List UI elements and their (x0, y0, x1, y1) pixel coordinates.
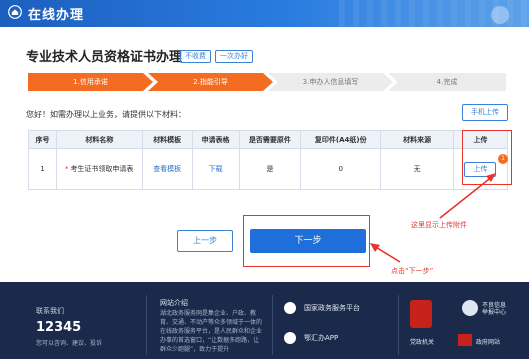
upload-count-badge: 1 (498, 154, 508, 164)
col-form: 申请表格 (191, 130, 240, 149)
materials-table: 序号 材料名称 材料模板 申请表格 是否需要原件 复印件(A4纸)份 材料来源 … (28, 130, 509, 190)
app-icon (284, 332, 296, 344)
page-title: 专业技术人员资格证书办理 (26, 50, 183, 65)
gov-website-label: 政府网站 (476, 339, 501, 346)
tag-one-visit: 一次办好 (215, 50, 253, 63)
footer-phone[interactable]: 12345 (36, 320, 81, 335)
instruction-text: 您好！如需办理以上业务，请提供以下材料： (26, 110, 186, 119)
footer-intro-title: 网站介绍 (160, 299, 188, 307)
tag-free: 不收费 (180, 50, 211, 63)
cell-material-name: * 考生证书领取申请表 (55, 148, 143, 190)
party-gov-label: 党政机关 (410, 339, 435, 346)
footer-divider (272, 295, 273, 355)
footer-contact-desc: 您可以咨询、建议、投诉 (36, 340, 103, 347)
col-copies: 复印件(A4纸)份 (300, 130, 382, 149)
col-material-name: 材料名称 (55, 130, 143, 149)
step-guide: 2.指能引导 (148, 73, 273, 91)
upload-hint-annotation: 这里显示上传附件 (411, 221, 467, 229)
col-template: 材料模板 (141, 130, 193, 149)
report-center-icon[interactable] (462, 300, 478, 316)
cell-template: 查看模板 (141, 148, 193, 190)
next-step-button[interactable]: 下一步 (250, 229, 366, 253)
table-header-row: 序号 材料名称 材料模板 申请表格 是否需要原件 复印件(A4纸)份 材料来源 … (28, 130, 509, 149)
col-index: 序号 (28, 130, 57, 149)
footer-divider (146, 295, 147, 355)
cell-source: 无 (380, 148, 454, 190)
required-mark: * (64, 164, 69, 173)
step-applicant-info: 3.申办人信息填写 (268, 73, 393, 91)
cell-copies: 0 (300, 148, 382, 190)
banner-decoration-dot (491, 6, 509, 24)
footer-link-label: 国家政务服务平台 (304, 304, 360, 312)
footer-contact-label: 联系我们 (36, 307, 64, 315)
mobile-upload-button[interactable]: 手机上传 (462, 104, 508, 121)
view-template-link[interactable]: 查看模板 (153, 165, 181, 173)
footer-link-label: 鄂汇办APP (304, 334, 339, 342)
download-form-link[interactable]: 下载 (209, 165, 223, 173)
step-complete: 4.完成 (388, 73, 506, 91)
prev-step-button[interactable]: 上一步 (177, 230, 233, 252)
top-bar: 在线办理 (0, 0, 529, 27)
cell-original-needed: 是 (238, 148, 302, 190)
step-credit-promise: 1.信用承诺 (28, 73, 153, 91)
footer-divider (398, 295, 399, 355)
footer-intro-text: 湖北政务服务网是集企业、户政、教育、交通、不动产等众多领域于一体的在线政务服务平… (160, 310, 263, 353)
report-center-label: 不良信息举报中心 (482, 302, 507, 316)
col-source: 材料来源 (380, 130, 454, 149)
home-icon[interactable] (8, 5, 22, 19)
cell-index: 1 (28, 148, 57, 190)
next-hint-annotation: 点击“下一步” (391, 267, 434, 275)
col-original-needed: 是否需要原件 (238, 130, 302, 149)
table-row: 1 * 考生证书领取申请表 查看模板 下载 是 0 无 上传 (28, 148, 509, 190)
material-name-text: 考生证书领取申请表 (70, 164, 134, 173)
footer-link-national-platform[interactable]: 国家政务服务平台 (284, 300, 360, 316)
cell-form: 下载 (191, 148, 240, 190)
footer-link-app[interactable]: 鄂汇办APP (284, 330, 338, 346)
step-bar: 1.信用承诺 2.指能引导 3.申办人信息填写 4.完成 (28, 73, 506, 91)
gov-website-icon[interactable] (458, 334, 472, 346)
party-gov-badge-icon[interactable] (410, 300, 432, 328)
national-platform-icon (284, 302, 296, 314)
top-title: 在线办理 (28, 8, 85, 23)
